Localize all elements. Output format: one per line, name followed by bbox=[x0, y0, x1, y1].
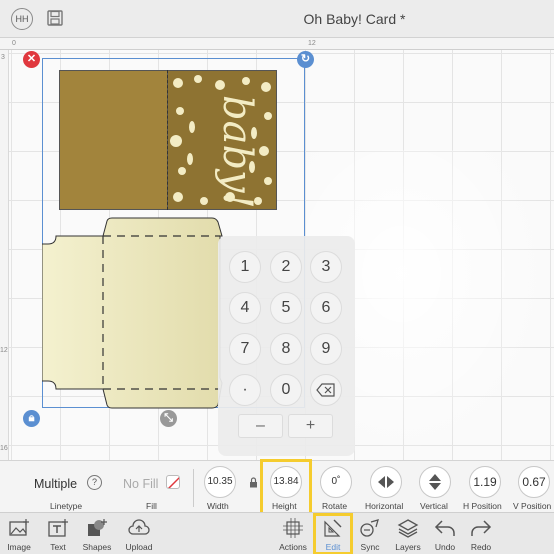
shapes-icon bbox=[88, 519, 107, 536]
fill-value[interactable]: No Fill bbox=[123, 477, 158, 491]
card-front-panel[interactable] bbox=[59, 70, 167, 210]
layers-icon bbox=[397, 519, 419, 538]
design-space-app: HH Oh Baby! Card * 0 12 3 12 16 baby! ✕ … bbox=[0, 0, 554, 554]
text-icon bbox=[48, 519, 68, 537]
header-bar: HH Oh Baby! Card * bbox=[0, 0, 554, 38]
redo-icon bbox=[471, 520, 492, 536]
card-script-text: baby! bbox=[214, 95, 260, 209]
v-position-input[interactable]: 0.67 bbox=[518, 466, 550, 498]
help-icon[interactable]: ? bbox=[87, 475, 102, 490]
upload-icon bbox=[128, 519, 150, 535]
toolbar-label: Redo bbox=[470, 542, 492, 552]
keypad-key-5[interactable]: 5 bbox=[270, 292, 302, 324]
numeric-keypad: 1 2 3 4 5 6 7 8 9 · 0 – + bbox=[218, 236, 355, 456]
ruler-mark: 0 bbox=[12, 40, 16, 47]
lock-aspect-icon[interactable] bbox=[249, 477, 258, 488]
ruler-mark: 16 bbox=[0, 445, 8, 452]
fill-label: Fill bbox=[146, 501, 157, 511]
rotate-label: Rotate bbox=[322, 501, 348, 511]
linetype-value[interactable]: Multiple bbox=[34, 477, 77, 491]
keypad-plus-button[interactable]: + bbox=[288, 414, 333, 438]
keypad-key-0[interactable]: 0 bbox=[270, 374, 302, 406]
document-title: Oh Baby! Card * bbox=[303, 11, 406, 27]
horizontal-ruler: 0 12 bbox=[0, 38, 554, 50]
no-fill-swatch-icon[interactable] bbox=[166, 475, 180, 489]
keypad-key-7[interactable]: 7 bbox=[229, 333, 261, 365]
image-icon bbox=[9, 519, 29, 536]
vertical-ruler: 3 12 16 bbox=[0, 50, 9, 460]
toolbar-redo[interactable]: Redo bbox=[458, 513, 504, 554]
ruler-mark: 3 bbox=[1, 54, 5, 61]
horizontal-label: Horizontal bbox=[365, 501, 404, 511]
flip-horizontal-icon[interactable] bbox=[370, 466, 402, 498]
rotate-handle-icon[interactable]: ↻ bbox=[297, 51, 314, 68]
height-highlight bbox=[260, 459, 312, 515]
lock-handle-icon[interactable]: 🔒︎ bbox=[23, 410, 40, 427]
divider bbox=[193, 469, 194, 507]
keypad-key-4[interactable]: 4 bbox=[229, 292, 261, 324]
h-position-input[interactable]: 1.19 bbox=[469, 466, 501, 498]
keypad-key-6[interactable]: 6 bbox=[310, 292, 342, 324]
keypad-key-decimal[interactable]: · bbox=[229, 374, 261, 406]
actions-icon bbox=[283, 518, 303, 538]
linetype-label: Linetype bbox=[50, 501, 83, 511]
width-label: Width bbox=[207, 501, 229, 511]
backspace-icon[interactable] bbox=[310, 374, 342, 406]
rotate-input[interactable]: 0˚ bbox=[320, 466, 352, 498]
keypad-key-3[interactable]: 3 bbox=[310, 251, 342, 283]
toolbar-label: Upload bbox=[125, 542, 153, 552]
vertical-label: Vertical bbox=[420, 501, 448, 511]
flip-vertical-icon[interactable] bbox=[419, 466, 451, 498]
undo-icon bbox=[434, 520, 455, 536]
toolbar-upload[interactable]: Upload bbox=[116, 513, 162, 554]
card-fold-line bbox=[167, 70, 168, 210]
keypad-key-1[interactable]: 1 bbox=[229, 251, 261, 283]
sync-icon bbox=[360, 519, 379, 537]
bottom-toolbar: Image Text Shapes Upload Actions Edit Sy… bbox=[0, 512, 554, 554]
ruler-mark: 12 bbox=[0, 347, 8, 354]
v-position-label: V Position bbox=[513, 501, 552, 511]
keypad-key-2[interactable]: 2 bbox=[270, 251, 302, 283]
delete-handle-icon[interactable]: ✕ bbox=[23, 51, 40, 68]
property-bar: Multiple ? Linetype No Fill Fill 10.35 W… bbox=[0, 459, 554, 515]
keypad-minus-button[interactable]: – bbox=[238, 414, 283, 438]
toolbar-label: Shapes bbox=[82, 542, 112, 552]
width-input[interactable]: 10.35 bbox=[204, 466, 236, 498]
ruler-mark: 12 bbox=[308, 40, 316, 47]
keypad-key-9[interactable]: 9 bbox=[310, 333, 342, 365]
toolbar-shapes[interactable]: Shapes bbox=[74, 513, 120, 554]
resize-handle-icon[interactable]: ⤡ bbox=[160, 410, 177, 427]
h-position-label: H Position bbox=[463, 501, 502, 511]
keypad-key-8[interactable]: 8 bbox=[270, 333, 302, 365]
